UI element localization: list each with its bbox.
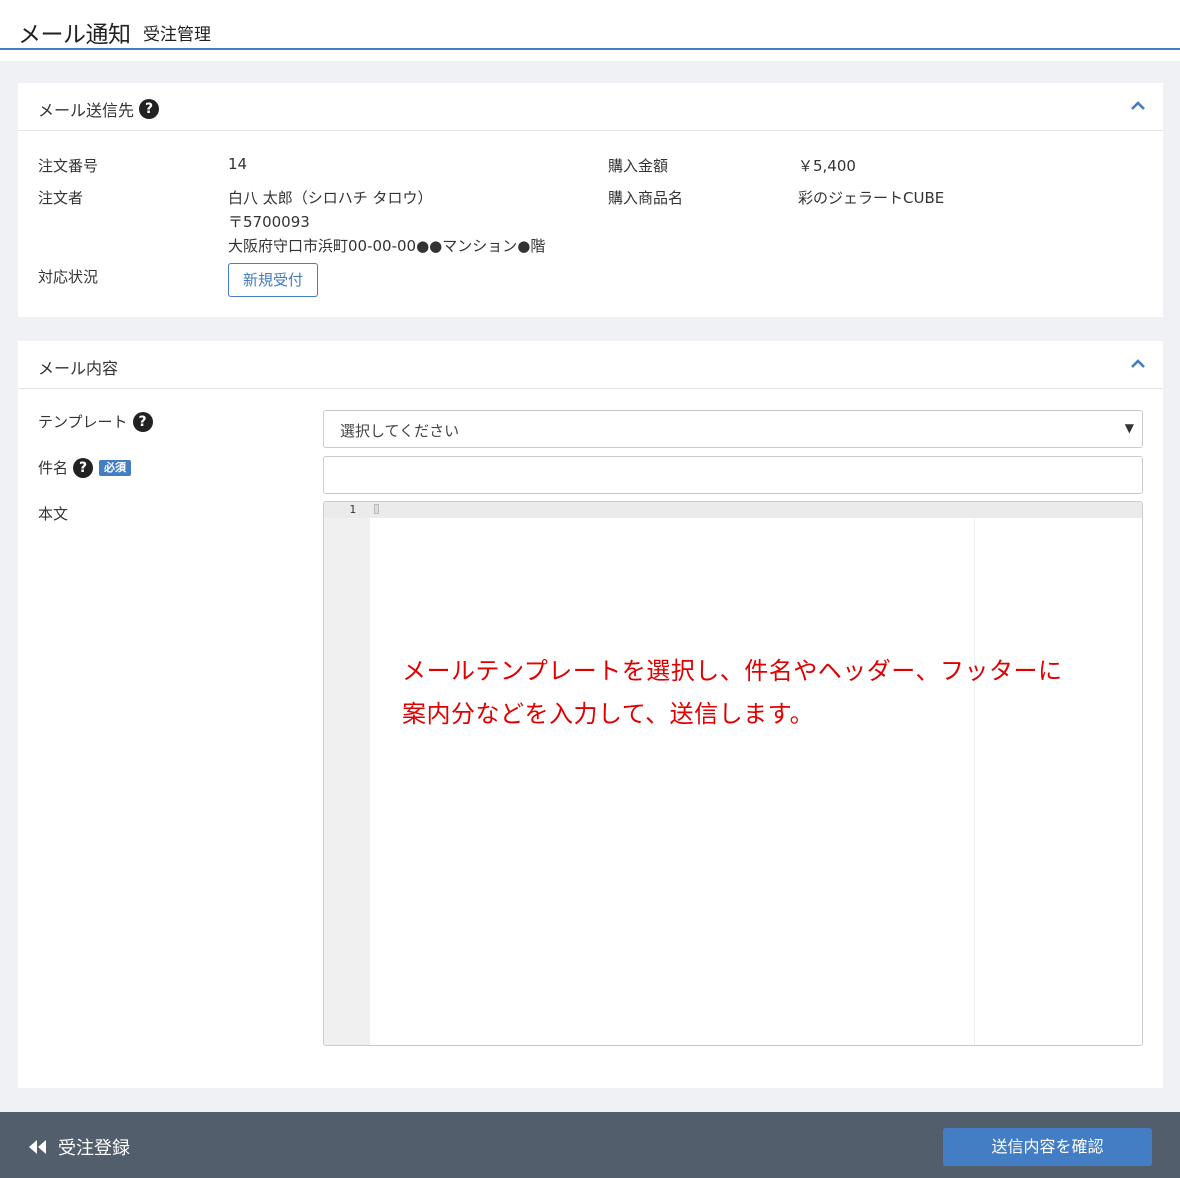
help-icon[interactable]: ? (132, 411, 153, 432)
chevron-up-icon[interactable] (1129, 97, 1147, 115)
recipient-card-header[interactable]: メール送信先 ? (18, 83, 1163, 131)
annotation-line-1: メールテンプレートを選択し、件名やヘッダー、フッターに (402, 657, 1063, 685)
recipient-card-title: メール送信先 ? (38, 97, 160, 121)
annotation-line-2: 案内分などを入力して、送信します。 (402, 700, 815, 728)
annotation-note: メールテンプレートを選択し、件名やヘッダー、フッターに 案内分などを入力して、送… (402, 650, 1142, 736)
subject-label-row: 件名 ? 必須 (38, 457, 132, 478)
help-icon[interactable]: ? (73, 457, 94, 478)
status-badge[interactable]: 新規受付 (228, 263, 318, 297)
title-bar: メール通知 受注管理 (0, 0, 1180, 50)
template-label-row: テンプレート ? (38, 411, 153, 432)
back-link-label: 受注登録 (58, 1138, 130, 1159)
help-icon[interactable]: ? (139, 99, 160, 119)
subject-label: 件名 (38, 459, 69, 477)
editor-cursor (374, 504, 379, 514)
customer-name: 白八 太郎（シロハチ タロウ） (228, 189, 433, 207)
template-label: テンプレート (38, 413, 128, 431)
recipient-card-title-text: メール送信先 (38, 101, 135, 120)
back-to-order-link[interactable]: 受注登録 (28, 1134, 130, 1160)
status-label: 対応状況 (38, 268, 99, 286)
page-header: メール通知 受注管理 (0, 0, 1180, 61)
order-number-value: 14 (228, 155, 248, 173)
content-card-header[interactable]: メール内容 (18, 341, 1163, 389)
caret-down-icon: ▼ (1124, 421, 1134, 435)
template-select[interactable]: 選択してください ▼ (323, 410, 1143, 448)
amount-label: 購入金額 (608, 157, 669, 175)
customer-address: 大阪府守口市浜町00-00-00●●マンション●階 (228, 237, 546, 255)
customer-label: 注文者 (38, 189, 84, 207)
editor-print-margin (974, 518, 975, 1045)
page-subtitle: 受注管理 (143, 25, 211, 45)
subject-input[interactable] (323, 456, 1143, 494)
confirm-send-button[interactable]: 送信内容を確認 (943, 1128, 1152, 1166)
template-select-value: 選択してください (340, 422, 460, 440)
footer-bar: 受注登録 送信内容を確認 (0, 1112, 1180, 1178)
editor-gutter (324, 502, 370, 1045)
product-value: 彩のジェラートCUBE (798, 189, 945, 207)
editor-line-number: 1 (349, 503, 356, 516)
content-card-title: メール内容 (38, 355, 118, 379)
editor-active-line (324, 502, 1142, 518)
chevron-up-icon[interactable] (1129, 355, 1147, 373)
page-title: メール通知 (18, 22, 131, 48)
body-label: 本文 (38, 505, 69, 523)
amount-value: ￥5,400 (798, 157, 856, 175)
customer-postal: 〒5700093 (228, 213, 310, 231)
required-badge: 必須 (99, 459, 132, 476)
recipient-card: メール送信先 ? 注文番号 14 購入金額 ￥5,400 注文者 白八 太郎（シ… (18, 83, 1163, 317)
content-card-title-text: メール内容 (38, 359, 119, 378)
double-arrow-left-icon (29, 1140, 46, 1154)
body-editor[interactable]: 1 (323, 501, 1143, 1046)
order-number-label: 注文番号 (38, 157, 99, 175)
product-label: 購入商品名 (608, 189, 684, 207)
